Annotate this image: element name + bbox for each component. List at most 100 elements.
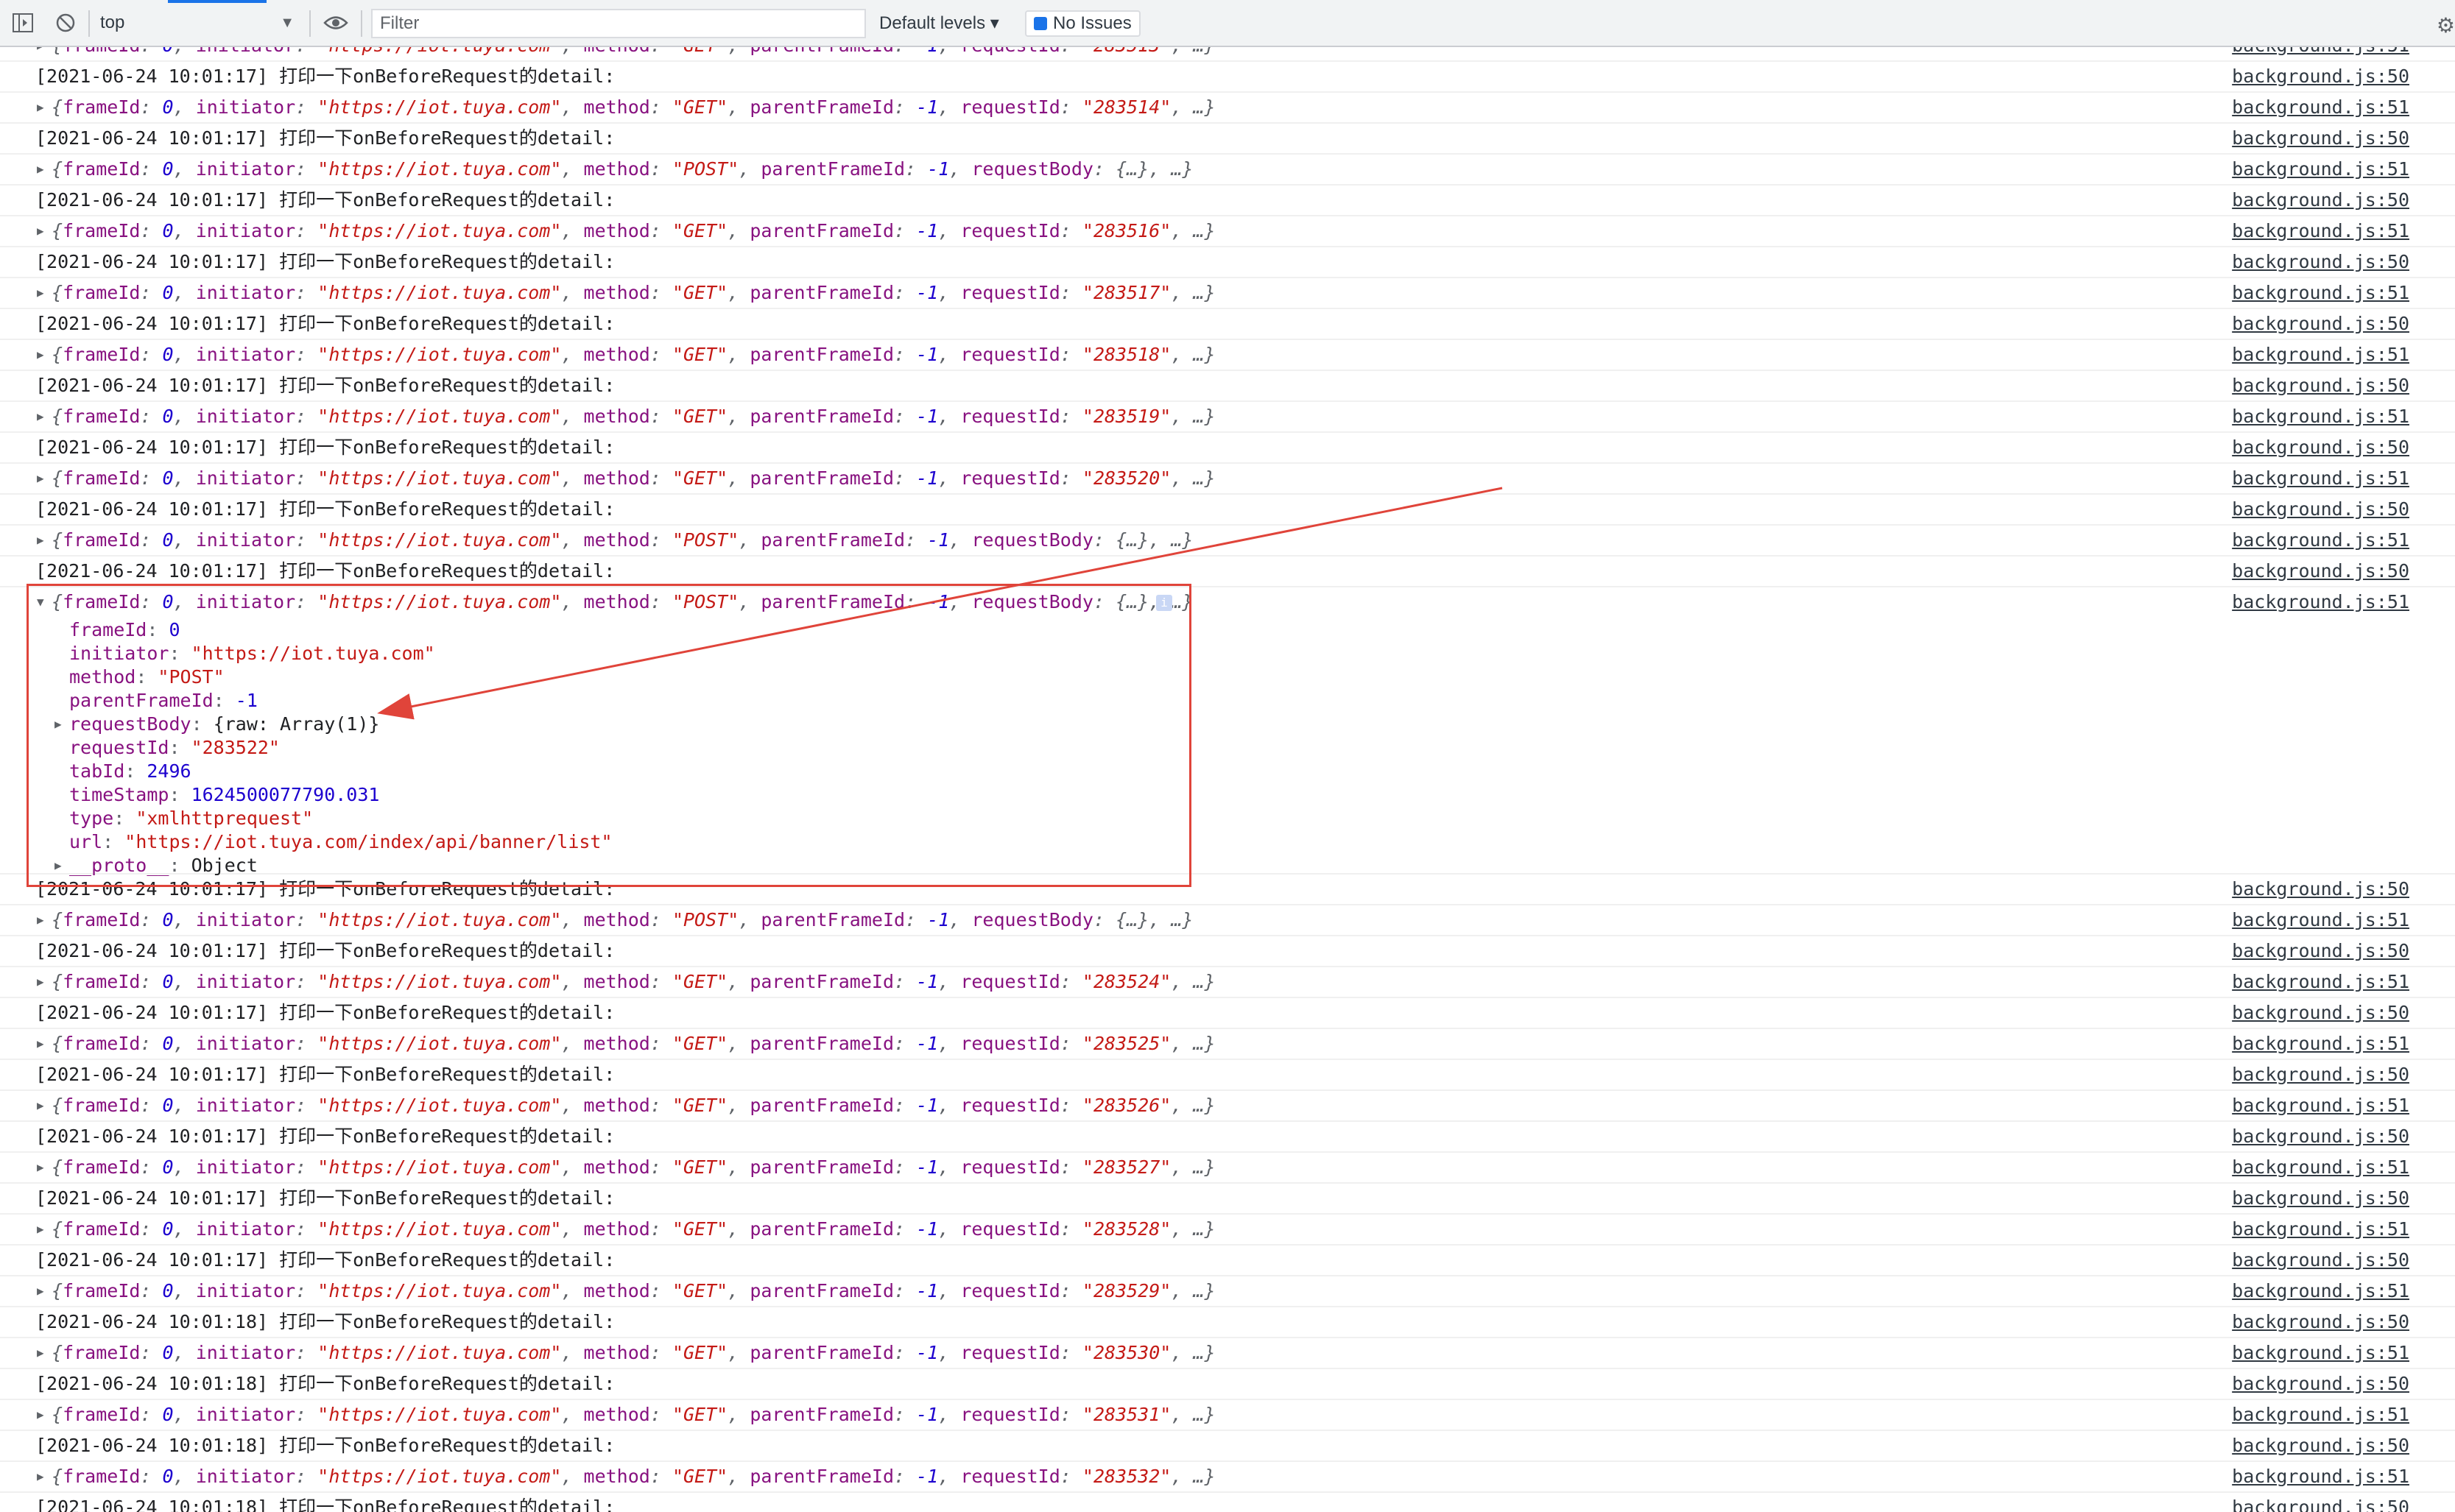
object-log-row[interactable]: ▶{frameId: 0, initiator: "https://iot.tu… [0,1276,2455,1307]
source-link[interactable]: background.js:51 [2232,967,2409,997]
object-log-row[interactable]: ▶{frameId: 0, initiator: "https://iot.tu… [0,1029,2455,1060]
source-link[interactable]: background.js:51 [2232,1400,2409,1430]
source-link[interactable]: background.js:50 [2232,124,2409,153]
comma: , [739,591,761,612]
triangle-right-icon[interactable]: ▶ [37,1091,50,1120]
source-link[interactable]: background.js:51 [2232,278,2409,308]
eye-icon[interactable] [321,0,351,46]
source-link[interactable]: background.js:50 [2232,557,2409,586]
object-log-row[interactable]: ▶{frameId: 0, initiator: "https://iot.tu… [0,216,2455,247]
prop-value: -1 [235,690,258,711]
source-link[interactable]: background.js:50 [2232,1060,2409,1089]
triangle-right-icon[interactable]: ▶ [37,967,50,997]
triangle-right-icon[interactable]: ▶ [37,47,50,60]
triangle-right-icon[interactable]: ▶ [37,1338,50,1368]
source-link[interactable]: background.js:50 [2232,1493,2409,1512]
triangle-right-icon[interactable]: ▶ [37,1029,50,1059]
object-log-row[interactable]: ▶{frameId: 0, initiator: "https://iot.tu… [0,402,2455,433]
ellipsis: , …} [1171,1342,1216,1363]
source-link[interactable]: background.js:51 [2232,587,2409,617]
source-link[interactable]: background.js:50 [2232,186,2409,215]
source-link[interactable]: background.js:51 [2232,1029,2409,1059]
object-log-row[interactable]: ▶{frameId: 0, initiator: "https://iot.tu… [0,1462,2455,1493]
source-link[interactable]: background.js:50 [2232,1184,2409,1213]
object-preview[interactable]: ▼ {frameId: 0, initiator: "https://iot.tu… [0,587,2455,618]
object-log-row[interactable]: ▶{frameId: 0, initiator: "https://iot.tu… [0,1153,2455,1184]
source-link[interactable]: background.js:50 [2232,875,2409,904]
object-log-row[interactable]: ▶{frameId: 0, initiator: "https://iot.tu… [0,1215,2455,1246]
source-link[interactable]: background.js:50 [2232,1122,2409,1151]
filter-input[interactable] [371,9,866,38]
gear-icon[interactable]: ⚙ [2437,13,2455,38]
source-link[interactable]: background.js:51 [2232,905,2409,935]
info-icon[interactable]: i [1156,595,1172,611]
source-link[interactable]: background.js:50 [2232,1431,2409,1460]
triangle-right-icon[interactable]: ▶ [37,1215,50,1244]
prop-value: "GET" [672,406,728,427]
property-row[interactable]: ▶ requestBody: {raw: Array(1)} [0,713,2455,736]
triangle-right-icon[interactable]: ▶ [37,1400,50,1430]
triangle-right-icon[interactable]: ▶ [37,905,50,935]
object-log-row[interactable]: ▶{frameId: 0, initiator: "https://iot.tu… [0,93,2455,124]
triangle-right-icon[interactable]: ▶ [37,402,50,431]
source-link[interactable]: background.js:50 [2232,62,2409,91]
triangle-right-icon[interactable]: ▶ [37,464,50,493]
triangle-right-icon[interactable]: ▶ [37,278,50,308]
triangle-right-icon[interactable]: ▶ [37,155,50,184]
source-link[interactable]: background.js:51 [2232,526,2409,555]
log-levels-dropdown[interactable]: Default levels ▾ [879,0,1009,46]
clear-console-icon[interactable] [53,0,78,46]
object-log-row[interactable]: ▶{frameId: 0, initiator: "https://iot.tu… [0,1338,2455,1369]
source-link[interactable]: background.js:51 [2232,1462,2409,1491]
issues-button[interactable]: No Issues [1025,10,1141,37]
brace: { [52,1033,63,1054]
source-link[interactable]: background.js:50 [2232,495,2409,524]
sidebar-toggle-icon[interactable] [10,0,35,46]
object-log-row[interactable]: ▶{frameId: 0, initiator: "https://iot.tu… [0,526,2455,557]
source-link[interactable]: background.js:50 [2232,1307,2409,1337]
triangle-down-icon[interactable]: ▼ [37,587,44,617]
source-link[interactable]: background.js:50 [2232,309,2409,339]
source-link[interactable]: background.js:51 [2232,1091,2409,1120]
property-text: timeStamp: 1624500077790.031 [69,783,379,807]
source-link[interactable]: background.js:50 [2232,1369,2409,1399]
source-link[interactable]: background.js:51 [2232,93,2409,122]
colon: : [295,406,318,427]
source-link[interactable]: background.js:51 [2232,402,2409,431]
colon: : [295,344,318,365]
source-link[interactable]: background.js:50 [2232,433,2409,462]
object-log-row[interactable]: ▶{frameId: 0, initiator: "https://iot.tu… [0,1091,2455,1122]
triangle-right-icon[interactable]: ▶ [54,713,62,736]
object-log-row[interactable]: ▶{frameId: 0, initiator: "https://iot.tu… [0,340,2455,371]
object-log-row[interactable]: ▶{frameId: 0, initiator: "https://iot.tu… [0,278,2455,309]
triangle-right-icon[interactable]: ▶ [37,216,50,246]
object-log-row[interactable]: ▶{frameId: 0, initiator: "https://iot.tu… [0,905,2455,936]
source-link[interactable]: background.js:51 [2232,1276,2409,1306]
source-link[interactable]: background.js:51 [2232,216,2409,246]
triangle-right-icon[interactable]: ▶ [37,1153,50,1182]
source-link[interactable]: background.js:50 [2232,1246,2409,1275]
object-log-row[interactable]: ▶{frameId: 0, initiator: "https://iot.tu… [0,967,2455,998]
triangle-right-icon[interactable]: ▶ [37,1276,50,1306]
source-link[interactable]: background.js:51 [2232,1338,2409,1368]
triangle-right-icon[interactable]: ▶ [37,1462,50,1491]
context-select[interactable]: top ▼ [100,0,302,46]
source-link[interactable]: background.js:50 [2232,936,2409,966]
source-link[interactable]: background.js:50 [2232,998,2409,1028]
source-link[interactable]: background.js:51 [2232,155,2409,184]
source-link[interactable]: background.js:51 [2232,47,2409,60]
colon: : [649,1466,672,1487]
object-log-row[interactable]: ▶{frameId: 0, initiator: "https://iot.tu… [0,464,2455,495]
source-link[interactable]: background.js:50 [2232,371,2409,400]
object-log-row[interactable]: ▶{frameId: 0, initiator: "https://iot.tu… [0,1400,2455,1431]
source-link[interactable]: background.js:51 [2232,464,2409,493]
source-link[interactable]: background.js:51 [2232,1215,2409,1244]
triangle-right-icon[interactable]: ▶ [37,93,50,122]
object-log-row[interactable]: ▶{frameId: 0, initiator: "https://iot.tu… [0,155,2455,186]
source-link[interactable]: background.js:51 [2232,340,2409,370]
source-link[interactable]: background.js:50 [2232,247,2409,277]
object-log-row[interactable]: ▶{frameId: 0, initiator: "https://iot.tu… [0,47,2455,62]
triangle-right-icon[interactable]: ▶ [37,340,50,370]
triangle-right-icon[interactable]: ▶ [37,526,50,555]
source-link[interactable]: background.js:51 [2232,1153,2409,1182]
